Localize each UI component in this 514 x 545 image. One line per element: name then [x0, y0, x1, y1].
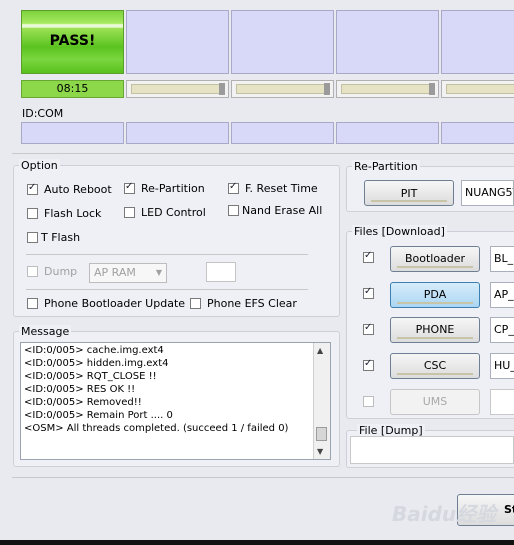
- phone-bootloader-update-label: Phone Bootloader Update: [44, 297, 186, 310]
- progress-bar-3: [231, 80, 334, 98]
- csc-file-field[interactable]: HU_I: [490, 353, 514, 379]
- ums-file-field[interactable]: [490, 389, 514, 415]
- ums-button[interactable]: UMS: [390, 389, 480, 415]
- f-reset-time-label: F. Reset Time: [245, 182, 318, 195]
- progress-timer: 08:15: [21, 80, 124, 98]
- pit-button[interactable]: PIT: [364, 180, 454, 206]
- dump-checkbox[interactable]: [27, 266, 38, 277]
- flash-lock-label: Flash Lock: [44, 207, 102, 220]
- phone-button-label: PHONE: [415, 323, 455, 336]
- led-control-checkbox[interactable]: [124, 207, 135, 218]
- phone-file-field[interactable]: CP_I: [490, 317, 514, 343]
- log-line: <ID:0/005> hidden.img.ext4: [24, 358, 169, 369]
- pda-file-field[interactable]: AP_I: [490, 282, 514, 308]
- progress-bar-5: [441, 80, 514, 98]
- phone-efs-clear-label: Phone EFS Clear: [207, 297, 297, 310]
- bootloader-button[interactable]: Bootloader: [390, 246, 480, 272]
- port-status-slot-5: [441, 10, 514, 74]
- dump-type-value: AP RAM: [94, 266, 136, 279]
- start-button-label: St: [504, 503, 514, 516]
- pass-status-text: PASS!: [49, 33, 96, 49]
- pda-button-label: PDA: [423, 288, 447, 301]
- log-line: <ID:0/005> RES OK !!: [24, 384, 136, 395]
- option-title: Option: [19, 159, 60, 172]
- bootloader-file-field[interactable]: BL_I: [490, 246, 514, 272]
- scroll-up-icon[interactable]: ▲: [317, 346, 323, 355]
- watermark-logo: Baidu经验: [392, 502, 497, 526]
- nand-erase-all-label: Nand Erase All: [242, 204, 323, 217]
- log-line: <ID:0/005> Removed!!: [24, 397, 142, 408]
- t-flash-label: T Flash: [41, 231, 81, 244]
- ums-button-label: UMS: [422, 395, 448, 408]
- log-line: <ID:0/005> cache.img.ext4: [24, 345, 164, 356]
- phone-checkbox[interactable]: [363, 322, 374, 335]
- bottom-divider: [12, 477, 514, 478]
- auto-reboot-checkbox[interactable]: [27, 182, 38, 195]
- csc-button[interactable]: CSC: [390, 353, 480, 379]
- window-bottom-edge: [0, 540, 514, 545]
- phone-button[interactable]: PHONE: [390, 317, 480, 343]
- com-port-4: [336, 122, 439, 144]
- re-partition-checkbox[interactable]: [124, 181, 135, 194]
- led-control-label: LED Control: [141, 206, 206, 219]
- phone-efs-clear-checkbox[interactable]: [190, 298, 201, 309]
- files-title: Files [Download]: [352, 225, 447, 238]
- message-scrollbar[interactable]: ▲ ▼: [313, 343, 330, 459]
- dump-label: Dump: [44, 265, 78, 278]
- id-com-label: ID:COM: [22, 107, 64, 120]
- log-line: <OSM> All threads completed. (succeed 1 …: [24, 423, 289, 434]
- port-status-slot-2: [126, 10, 229, 74]
- option-divider-1: [26, 254, 308, 255]
- re-partition-label: Re-Partition: [141, 182, 205, 195]
- pit-button-label: PIT: [400, 187, 418, 200]
- f-reset-time-checkbox[interactable]: [228, 181, 239, 194]
- t-flash-checkbox[interactable]: [27, 232, 38, 243]
- auto-reboot-label: Auto Reboot: [44, 183, 112, 196]
- pda-checkbox[interactable]: [363, 286, 374, 299]
- progress-bar-4: [336, 80, 439, 98]
- scroll-thumb[interactable]: [316, 427, 327, 441]
- dump-size-field[interactable]: [206, 262, 236, 282]
- divider: [12, 153, 514, 154]
- pit-file-field[interactable]: NUANG5\三: [461, 180, 514, 206]
- repartition-title: Re-Partition: [352, 160, 420, 173]
- ums-checkbox[interactable]: [363, 396, 374, 407]
- port-status-slot-3: [231, 10, 334, 74]
- flash-lock-checkbox[interactable]: [27, 208, 38, 219]
- option-divider-2: [26, 289, 308, 290]
- message-log[interactable]: <ID:0/005> cache.img.ext4 <ID:0/005> hid…: [20, 342, 331, 460]
- phone-bootloader-update-checkbox[interactable]: [27, 298, 38, 309]
- log-line: <ID:0/005> RQT_CLOSE !!: [24, 371, 157, 382]
- port-status-slot-4: [336, 10, 439, 74]
- csc-checkbox[interactable]: [363, 358, 374, 371]
- com-port-2: [126, 122, 229, 144]
- nand-erase-all-checkbox[interactable]: [228, 205, 239, 216]
- file-dump-field[interactable]: [350, 436, 514, 464]
- log-line: <ID:0/005> Remain Port .... 0: [24, 410, 173, 421]
- progress-bar-2: [126, 80, 229, 98]
- com-port-1: [21, 122, 124, 144]
- elapsed-time: 08:15: [56, 82, 89, 95]
- csc-button-label: CSC: [423, 359, 447, 372]
- scroll-down-icon[interactable]: ▼: [317, 447, 323, 456]
- port-status-slot-1: PASS!: [21, 10, 124, 74]
- message-title: Message: [19, 325, 72, 338]
- com-port-5: [441, 122, 514, 144]
- bootloader-checkbox[interactable]: [363, 250, 374, 263]
- chevron-down-icon: ▼: [155, 268, 162, 277]
- pda-button[interactable]: PDA: [390, 282, 480, 308]
- dump-type-select[interactable]: AP RAM ▼: [89, 263, 167, 283]
- bootloader-button-label: Bootloader: [404, 252, 466, 265]
- com-port-3: [231, 122, 334, 144]
